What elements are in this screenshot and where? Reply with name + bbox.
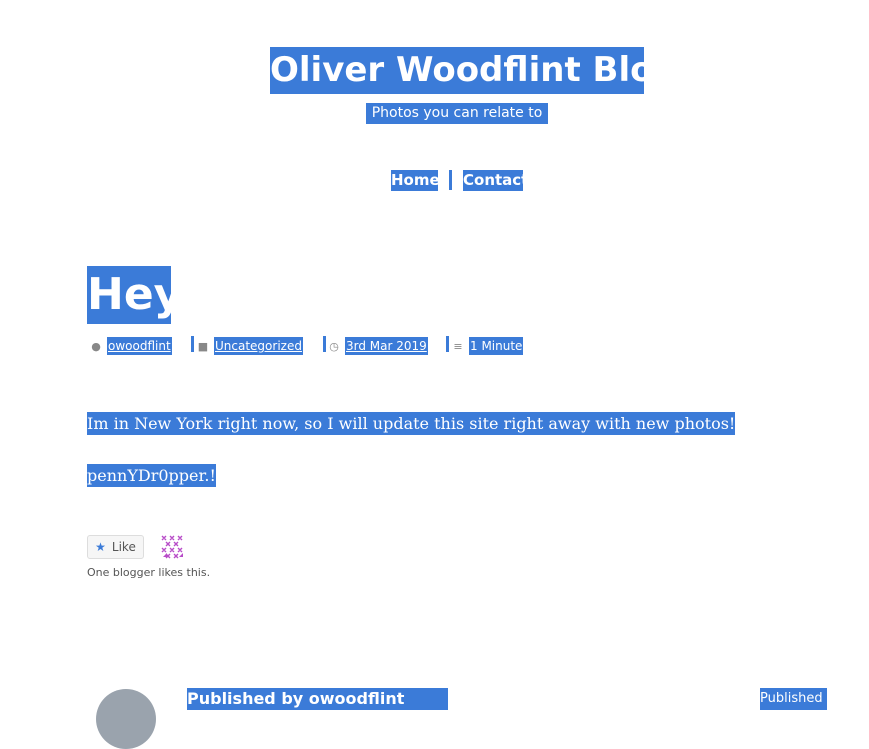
post-paragraph: pennYDr0pper.!: [87, 464, 216, 487]
post-paragraph: Im in New York right now, so I will upda…: [87, 412, 736, 435]
published-label: Published: [760, 688, 827, 710]
nav-separator: [449, 170, 452, 190]
post-meta: ● owoodflint ■ Uncategorized ◷ 3rd Mar 2…: [0, 336, 869, 356]
folder-icon: ■: [197, 339, 209, 353]
meta-category: ■ Uncategorized: [196, 336, 303, 356]
site-title[interactable]: Oliver Woodflint Blog: [270, 47, 678, 94]
author-avatar: [96, 689, 156, 749]
meta-date: ◷ 3rd Mar 2019: [327, 336, 428, 356]
category-link[interactable]: Uncategorized: [214, 337, 303, 355]
like-button-label: Like: [111, 540, 136, 554]
nav-item-home[interactable]: Home: [391, 170, 440, 191]
author-link[interactable]: owoodflint: [107, 337, 172, 355]
post-title[interactable]: Hey: [87, 266, 182, 324]
meta-divider: [323, 336, 326, 352]
meta-divider: [191, 336, 194, 352]
author-heading[interactable]: Published by owoodflint: [187, 688, 448, 710]
main-navigation: Home Contact: [0, 170, 869, 192]
meta-author: ● owoodflint: [89, 336, 172, 356]
nav-item-contact[interactable]: Contact: [463, 170, 528, 191]
star-icon: ★: [95, 540, 106, 554]
date-link[interactable]: 3rd Mar 2019: [345, 337, 428, 355]
meta-divider: [446, 336, 449, 352]
lines-icon: ≡: [453, 339, 463, 353]
like-button[interactable]: ★ Like: [87, 535, 144, 559]
likes-count: One blogger likes this.: [87, 566, 211, 579]
user-icon: ●: [91, 339, 101, 353]
site-description: Photos you can relate to: [366, 103, 548, 124]
clock-icon: ◷: [329, 339, 339, 353]
reading-time: 1 Minute: [469, 337, 524, 355]
liker-avatar[interactable]: [159, 533, 187, 561]
meta-reading-time: ≡ 1 Minute: [451, 336, 524, 356]
